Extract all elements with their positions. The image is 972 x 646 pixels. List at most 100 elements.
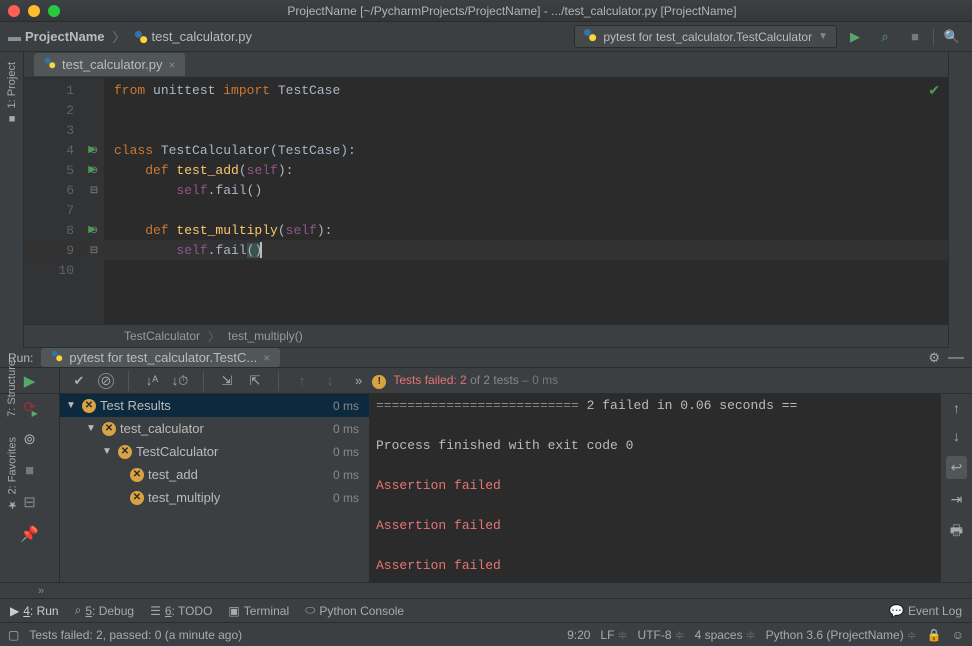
minimize-window-button[interactable] — [28, 5, 40, 17]
run-tab[interactable]: pytest for test_calculator.TestC... × — [41, 348, 280, 367]
line-number[interactable]: 8▶ — [24, 220, 84, 240]
bug-icon: ⌕ — [75, 603, 82, 618]
fold-icon[interactable]: ⊟ — [84, 180, 104, 200]
tool-windows-icon[interactable]: ▢ — [8, 628, 19, 642]
collapse-all-button[interactable]: ⇱ — [246, 373, 264, 389]
maximize-window-button[interactable] — [48, 5, 60, 17]
toggle-auto-test-button[interactable]: ⊚ — [23, 430, 36, 448]
breadcrumb-class[interactable]: TestCalculator — [124, 329, 200, 343]
breadcrumb-method[interactable]: test_multiply() — [228, 329, 303, 343]
debug-tool-window-button[interactable]: ⌕5: Debug — [75, 603, 134, 618]
speech-bubble-icon: 💬 — [889, 604, 904, 618]
hide-panel-button[interactable]: — — [948, 349, 964, 367]
encoding-selector[interactable]: UTF-8≑ — [638, 628, 685, 642]
tree-duration: 0 ms — [333, 468, 369, 482]
search-everywhere-button[interactable]: 🔍 — [940, 25, 964, 49]
stop-button[interactable]: ■ — [903, 25, 927, 49]
code-editor[interactable]: 1 2 3 4▶ 5▶ 6 7 8▶ 9 10 ⊖ ⊖ ⊟ ⊖ ⊟ — [24, 78, 948, 324]
run-test-gutter-icon[interactable]: ▶ — [88, 144, 96, 156]
chevron-right-icon: 〉 — [208, 328, 220, 345]
python-file-icon — [134, 30, 148, 44]
line-number[interactable]: 4▶ — [24, 140, 84, 160]
next-failed-button[interactable]: ↓ — [321, 373, 339, 388]
stop-button[interactable]: ■ — [25, 462, 34, 479]
breadcrumb-project[interactable]: ▬ ProjectName — [8, 29, 104, 44]
rerun-failed-button[interactable]: ⟳▶ — [23, 398, 36, 416]
debug-button[interactable]: ⌕ — [873, 25, 897, 49]
run-test-gutter-icon[interactable]: ▶ — [88, 164, 96, 176]
up-icon[interactable]: ↑ — [953, 400, 960, 416]
python-file-icon — [44, 57, 56, 72]
close-window-button[interactable] — [8, 5, 20, 17]
collapse-icon[interactable]: ▼ — [86, 423, 98, 434]
rerun-button[interactable]: ▶ — [24, 372, 36, 390]
expand-chevron-button[interactable]: » — [38, 585, 44, 597]
hector-icon[interactable]: ☺ — [952, 628, 964, 642]
gear-icon[interactable]: ⚙ — [928, 350, 940, 366]
bug-icon: ⌕ — [881, 29, 888, 45]
chevron-right-icon: 〉 — [112, 27, 125, 46]
code-content[interactable]: from unittest import TestCase class Test… — [104, 78, 948, 324]
indent-selector[interactable]: 4 spaces≑ — [695, 628, 756, 642]
show-passed-button[interactable]: ✔ — [70, 373, 88, 389]
breadcrumb-file[interactable]: test_calculator.py — [134, 29, 252, 44]
tree-test[interactable]: ✕ test_add 0 ms — [60, 463, 369, 486]
line-number[interactable]: 7 — [24, 200, 84, 220]
run-tool-window-button[interactable]: ▶44: Run: Run — [10, 604, 59, 618]
terminal-tool-window-button[interactable]: ▣Terminal — [228, 604, 289, 618]
tree-test[interactable]: ✕ test_multiply 0 ms — [60, 486, 369, 509]
test-results-tree[interactable]: ▼ ✕ Test Results 0 ms ▼ ✕ test_calculato… — [60, 394, 370, 582]
favorites-tool-window-button[interactable]: ★2: Favorites — [6, 437, 19, 511]
scroll-to-end-button[interactable]: ⇥ — [951, 491, 963, 508]
tree-root[interactable]: ▼ ✕ Test Results 0 ms — [60, 394, 369, 417]
run-tool-window: Run: pytest for test_calculator.TestC...… — [0, 348, 972, 598]
line-number[interactable]: 10 — [24, 260, 84, 280]
sort-by-duration-button[interactable]: ↓⏱ — [171, 373, 189, 389]
collapse-icon[interactable]: ▼ — [102, 446, 114, 457]
soft-wrap-button[interactable]: ↩ — [946, 456, 968, 479]
line-number[interactable]: 5▶ — [24, 160, 84, 180]
line-number[interactable]: 1 — [24, 80, 84, 100]
down-icon[interactable]: ↓ — [953, 428, 960, 444]
lock-icon[interactable]: 🔒 — [927, 628, 942, 642]
layout-button[interactable]: ⊟ — [23, 493, 36, 511]
close-tab-button[interactable]: × — [168, 58, 175, 72]
run-configuration-selector[interactable]: pytest for test_calculator.TestCalculato… — [574, 25, 837, 48]
tree-label: test_calculator — [120, 421, 204, 436]
cursor-position[interactable]: 9:20 — [567, 628, 590, 642]
tree-module[interactable]: ▼ ✕ test_calculator 0 ms — [60, 417, 369, 440]
line-number[interactable]: 9 — [24, 240, 84, 260]
console-output[interactable]: ========================== 2 failed in 0… — [370, 394, 940, 582]
pin-button[interactable]: 📌 — [20, 525, 39, 543]
tree-class[interactable]: ▼ ✕ TestCalculator 0 ms — [60, 440, 369, 463]
titlebar: ProjectName [~/PycharmProjects/ProjectNa… — [0, 0, 972, 22]
inspection-ok-icon[interactable]: ✔ — [928, 82, 940, 99]
tree-label: test_add — [148, 467, 198, 482]
project-tool-window-button[interactable]: ■1: Project — [6, 62, 18, 124]
line-separator-selector[interactable]: LF≑ — [600, 628, 627, 642]
collapse-icon[interactable]: ▼ — [66, 400, 78, 411]
show-ignored-button[interactable]: ⊘ — [98, 373, 114, 389]
list-icon: ☰ — [150, 604, 161, 618]
run-button[interactable]: ▶ — [843, 25, 867, 49]
more-options-button[interactable]: » — [355, 373, 362, 388]
editor-tab-test-calculator[interactable]: test_calculator.py × — [34, 53, 185, 76]
event-log-button[interactable]: 💬Event Log — [889, 604, 962, 618]
run-test-gutter-icon[interactable]: ▶ — [88, 224, 96, 236]
interpreter-selector[interactable]: Python 3.6 (ProjectName)≑ — [766, 628, 917, 642]
line-number[interactable]: 6 — [24, 180, 84, 200]
close-tab-button[interactable]: × — [263, 351, 270, 365]
line-number[interactable]: 2 — [24, 100, 84, 120]
sort-alphabetically-button[interactable]: ↓ᴬ — [143, 373, 161, 388]
left-tool-window-bar: ■1: Project — [0, 52, 24, 348]
previous-failed-button[interactable]: ↑ — [293, 373, 311, 388]
python-console-tool-window-button[interactable]: ⬭Python Console — [305, 603, 404, 618]
expand-all-button[interactable]: ⇲ — [218, 373, 236, 389]
print-button[interactable]: 🖶 — [950, 520, 963, 544]
status-message: Tests failed: 2, passed: 0 (a minute ago… — [29, 628, 242, 642]
python-file-icon — [583, 28, 597, 45]
structure-tool-window-button[interactable]: 7: Structure — [6, 360, 18, 417]
line-number[interactable]: 3 — [24, 120, 84, 140]
todo-tool-window-button[interactable]: ☰6: TODO — [150, 604, 212, 618]
fold-icon[interactable]: ⊟ — [84, 240, 104, 260]
